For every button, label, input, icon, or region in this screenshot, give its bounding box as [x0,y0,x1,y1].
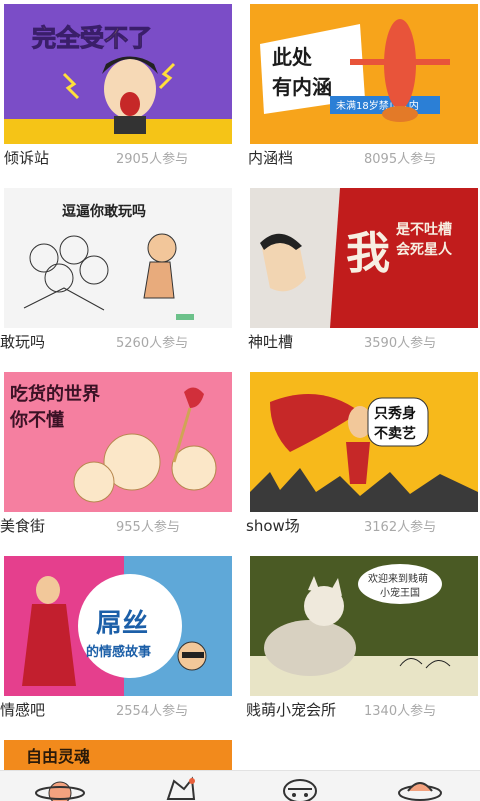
card-image-show[interactable]: 只秀身 不卖艺 [250,372,478,512]
card-image-emotion[interactable]: 屌丝 的情感故事 [4,556,232,696]
card-participants: 955人参与 [116,520,180,535]
svg-text:我: 我 [346,228,390,279]
svg-text:此处: 此处 [272,45,313,69]
tab-star[interactable] [120,771,240,801]
card-participants: 3590人参与 [364,336,437,351]
svg-text:是不吐槽: 是不吐槽 [396,221,452,238]
tab-ufo[interactable] [360,771,480,801]
svg-text:你不懂: 你不懂 [9,409,64,431]
face-icon [283,779,317,801]
card-image-vent[interactable]: 完全受不了 [4,4,232,144]
svg-text:不卖艺: 不卖艺 [374,425,416,442]
card-participants: 8095人参与 [364,152,437,167]
card-title[interactable]: show场 [246,515,300,536]
card-image-food[interactable]: 吃货的世界 你不懂 [4,372,232,512]
card-image-innuendo[interactable]: 此处 有内涵 未满18岁禁止入内 [250,4,478,144]
card-image-roast[interactable]: 我 是不吐槽 会死星人 [250,188,478,328]
card-title[interactable]: 美食街 [0,515,45,536]
card-participants: 5260人参与 [116,336,189,351]
card-title[interactable]: 倾诉站 [4,147,49,168]
ufo-icon [398,782,442,801]
planet-icon [35,781,85,801]
svg-text:屌丝: 屌丝 [96,609,148,639]
svg-text:的情感故事: 的情感故事 [86,644,151,660]
card-image-pets[interactable]: 欢迎来到贱萌 小宠王国 [250,556,478,696]
tab-planet[interactable] [0,771,120,801]
svg-text:有内涵: 有内涵 [272,75,332,99]
card-title[interactable]: 情感吧 [0,699,45,720]
card-title[interactable]: 敢玩吗 [0,331,45,352]
svg-text:只秀身: 只秀身 [374,405,416,422]
card-image-dare[interactable]: 逗逼你敢玩吗 [4,188,232,328]
svg-text:逗逼你敢玩吗: 逗逼你敢玩吗 [62,203,146,220]
card-image-free-soul[interactable]: 自由灵魂 [4,740,232,770]
bottom-tab-bar [0,770,480,801]
card-participants: 3162人参与 [364,520,437,535]
svg-text:会死星人: 会死星人 [396,241,453,258]
svg-text:完全受不了: 完全受不了 [32,24,152,52]
card-participants: 2554人参与 [116,704,189,719]
card-participants: 1340人参与 [364,704,437,719]
svg-text:吃货的世界: 吃货的世界 [10,383,100,405]
svg-text:自由灵魂: 自由灵魂 [26,747,90,766]
star-doodle-icon [166,776,196,800]
card-title[interactable]: 内涵档 [248,147,293,168]
card-participants: 2905人参与 [116,152,189,167]
card-title[interactable]: 贱萌小宠会所 [246,699,336,720]
svg-text:小宠王国: 小宠王国 [380,586,420,599]
tab-face[interactable] [240,771,360,801]
svg-text:欢迎来到贱萌: 欢迎来到贱萌 [368,572,428,585]
card-title[interactable]: 神吐槽 [248,331,293,352]
